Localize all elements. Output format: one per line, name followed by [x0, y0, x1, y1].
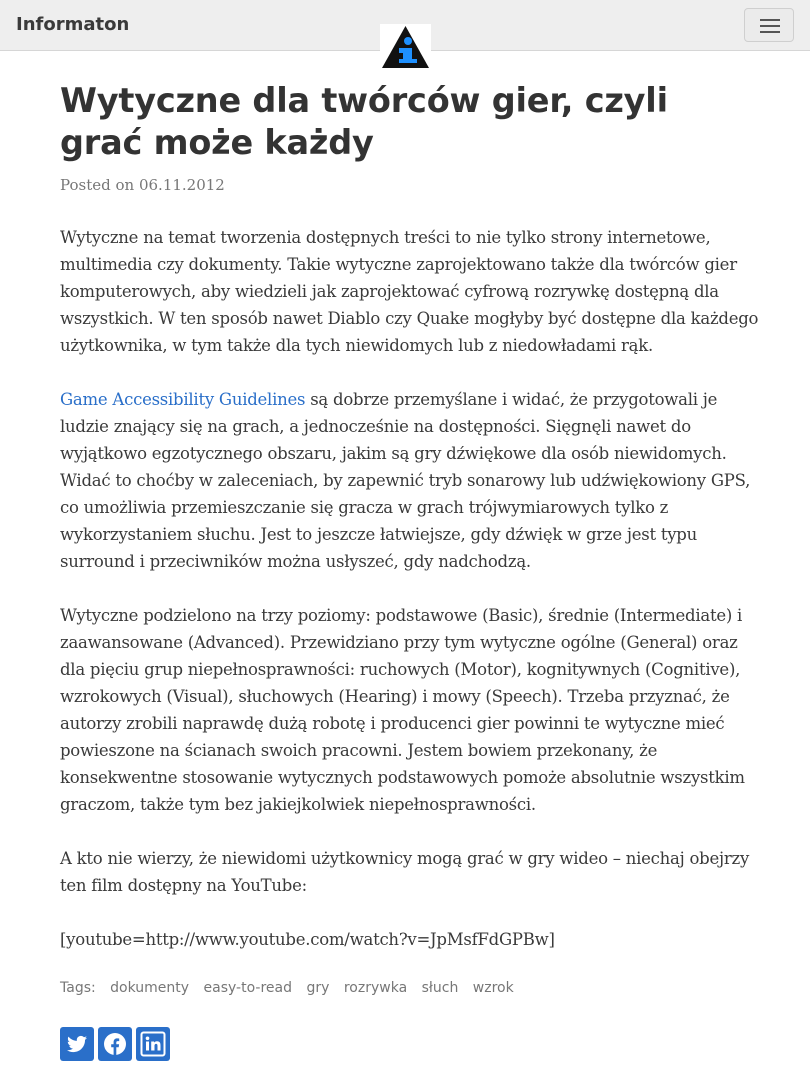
tag-link[interactable]: dokumenty	[110, 980, 189, 996]
tags-label: Tags:	[60, 980, 96, 996]
tag-link[interactable]: słuch	[422, 980, 459, 996]
paragraph: Wytyczne na temat tworzenia dostępnych t…	[60, 228, 759, 355]
post-meta: Posted on 06.11.2012	[60, 174, 760, 196]
share-facebook-button[interactable]	[98, 1027, 132, 1061]
post-date: 06.11.2012	[138, 176, 225, 194]
brand-link[interactable]: Informaton	[16, 14, 129, 35]
tag-link[interactable]: rozrywka	[344, 980, 407, 996]
hamburger-icon-bar	[760, 19, 780, 21]
info-logo-icon	[382, 26, 429, 68]
facebook-icon	[104, 1033, 126, 1055]
tags-list: Tags: dokumenty easy-to-read gry rozrywk…	[60, 977, 760, 999]
paragraph-text: są dobrze przemyślane i widać, że przygo…	[60, 390, 751, 571]
hamburger-icon-bar	[760, 25, 780, 27]
youtube-shortcode: [youtube=http://www.youtube.com/watch?v=…	[60, 930, 555, 949]
posted-on-label: Posted on	[60, 176, 135, 194]
guidelines-link[interactable]: Game Accessibility Guidelines	[60, 390, 305, 409]
navbar: Informaton	[0, 0, 810, 70]
article: Wytyczne dla twórców gier, czyli grać mo…	[60, 80, 760, 1061]
hamburger-icon-bar	[760, 31, 780, 33]
twitter-icon	[67, 1035, 87, 1053]
article-body: Wytyczne na temat tworzenia dostępnych t…	[60, 224, 760, 953]
menu-toggle-button[interactable]	[744, 8, 794, 42]
site-logo[interactable]	[380, 24, 431, 70]
tag-link[interactable]: gry	[306, 980, 329, 996]
article-title: Wytyczne dla twórców gier, czyli grać mo…	[60, 81, 668, 162]
tag-link[interactable]: wzrok	[473, 980, 514, 996]
linkedin-icon	[140, 1031, 166, 1057]
share-twitter-button[interactable]	[60, 1027, 94, 1061]
paragraph: A kto nie wierzy, że niewidomi użytkowni…	[60, 849, 750, 895]
tag-link[interactable]: easy-to-read	[204, 980, 292, 996]
share-buttons	[60, 1027, 760, 1061]
paragraph: Wytyczne podzielono na trzy poziomy: pod…	[60, 606, 745, 814]
share-linkedin-button[interactable]	[136, 1027, 170, 1061]
paragraph: Game Accessibility Guidelines są dobrze …	[60, 386, 760, 575]
